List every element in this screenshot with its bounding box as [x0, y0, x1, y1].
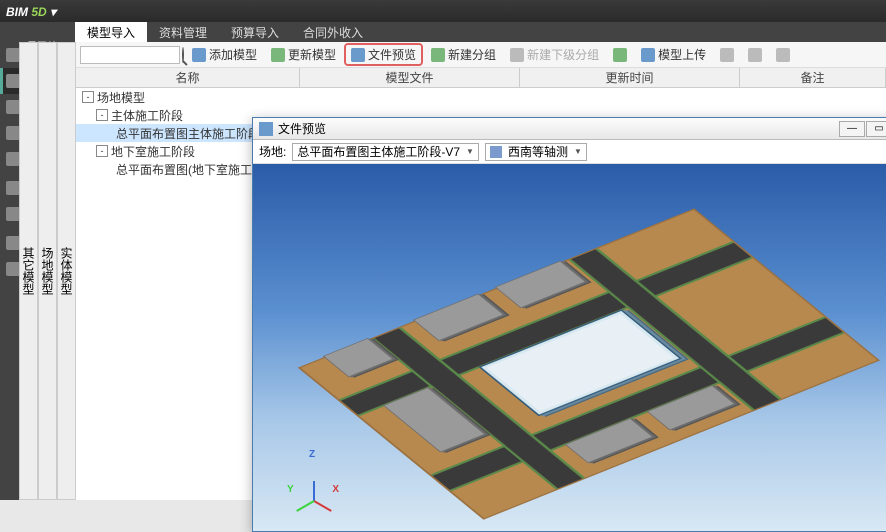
maximize-button[interactable]: ▭: [866, 121, 886, 137]
toolbar-btn-3[interactable]: 新建分组: [425, 43, 502, 66]
toolbar-label: 新建下级分组: [527, 46, 599, 63]
axis-gizmo[interactable]: Z X Y: [293, 461, 333, 501]
vtab-2[interactable]: 其它模型: [19, 42, 38, 500]
chevron-down-icon: ▼: [574, 147, 582, 156]
menu-0[interactable]: 模型导入: [75, 22, 147, 42]
tree-label: 总平面布置图主体施工阶段: [116, 125, 260, 142]
preview-toolbar: 场地: 总平面布置图主体施工阶段-V7 ▼ 西南等轴测 ▼: [253, 140, 886, 164]
toolbar: 添加模型 更新模型 文件预览 新建分组 新建下级分组 模型上传: [76, 42, 886, 68]
titlebar: BIM 5D ▾: [0, 0, 886, 22]
sidebar-icon: [6, 126, 20, 140]
toolbar-btn-7[interactable]: [714, 43, 740, 66]
logo-text: BIM: [6, 5, 31, 19]
column-header-2[interactable]: 更新时间: [520, 68, 740, 87]
toolbar-icon: [613, 48, 627, 62]
toolbar-label: 文件预览: [368, 46, 416, 63]
column-header-1[interactable]: 模型文件: [300, 68, 520, 87]
toolbar-label: 更新模型: [288, 46, 336, 63]
axis-x-label: X: [332, 484, 339, 495]
view-value: 西南等轴测: [508, 143, 568, 160]
toolbar-btn-0[interactable]: 添加模型: [186, 43, 263, 66]
toolbar-label: 模型上传: [658, 46, 706, 63]
vtab-1[interactable]: 场地模型: [38, 42, 57, 500]
menu-3[interactable]: 合同外收入: [291, 22, 375, 42]
toolbar-btn-8[interactable]: [742, 43, 768, 66]
sidebar-icon: [6, 48, 20, 62]
menu-1[interactable]: 资料管理: [147, 22, 219, 42]
tree-label: 主体施工阶段: [111, 107, 183, 124]
tree-label: 场地模型: [97, 89, 145, 106]
dropdown-value: 总平面布置图主体施工阶段-V7: [297, 143, 460, 160]
toolbar-icon: [720, 48, 734, 62]
chevron-down-icon: ▼: [466, 147, 474, 156]
toolbar-btn-9[interactable]: [770, 43, 796, 66]
toolbar-label: 添加模型: [209, 46, 257, 63]
logo-5d: 5D: [31, 5, 46, 19]
search-input[interactable]: [80, 46, 180, 64]
tree-toggle-icon[interactable]: -: [96, 109, 108, 121]
toolbar-btn-4[interactable]: 新建下级分组: [504, 43, 605, 66]
toolbar-icon: [271, 48, 285, 62]
column-headers: 名称模型文件更新时间备注: [76, 68, 886, 88]
vertical-tabs: 实体模型场地模型其它模型: [62, 42, 76, 500]
3d-viewport[interactable]: Z X Y ▸✦⟲⊕⊖⛶: [253, 164, 886, 531]
sidebar-icon: [6, 262, 20, 276]
window-controls: —▭✕: [839, 121, 886, 137]
column-header-3[interactable]: 备注: [740, 68, 886, 87]
preview-title: 文件预览: [278, 120, 326, 137]
toolbar-btn-1[interactable]: 更新模型: [265, 43, 342, 66]
toolbar-btn-5[interactable]: [607, 43, 633, 66]
logo-dropdown-icon[interactable]: ▾: [47, 5, 56, 19]
toolbar-icon: [748, 48, 762, 62]
main-area: 实体模型场地模型其它模型 添加模型更新模型文件预览新建分组新建下级分组模型上传 …: [62, 42, 886, 500]
cube-icon: [490, 146, 502, 158]
search-icon[interactable]: [182, 48, 184, 62]
site-dropdown[interactable]: 总平面布置图主体施工阶段-V7 ▼: [292, 143, 479, 161]
sidebar-icon: [6, 236, 20, 250]
minimize-button[interactable]: —: [839, 121, 865, 137]
sidebar-icon: [6, 181, 20, 195]
toolbar-label: 新建分组: [448, 46, 496, 63]
preview-titlebar[interactable]: 文件预览 —▭✕: [253, 118, 886, 140]
toolbar-icon: [192, 48, 206, 62]
toolbar-icon: [776, 48, 790, 62]
toolbar-icon: [351, 48, 365, 62]
axis-z-label: Z: [309, 449, 315, 460]
toolbar-btn-2[interactable]: 文件预览: [344, 43, 423, 66]
sidebar-icon: [6, 100, 20, 114]
tree-label: 总平面布置图(地下室施工阶: [116, 161, 264, 178]
menubar: 模型导入资料管理预算导入合同外收入: [0, 22, 886, 42]
sidebar-icon: [6, 74, 20, 88]
preview-window: 文件预览 —▭✕ 场地: 总平面布置图主体施工阶段-V7 ▼ 西南等轴测 ▼: [252, 117, 886, 532]
toolbar-icon: [510, 48, 524, 62]
app-logo: BIM 5D ▾: [6, 4, 56, 19]
preview-icon: [259, 122, 273, 136]
sidebar-icon: [6, 207, 20, 221]
tree-toggle-icon[interactable]: -: [96, 145, 108, 157]
menu-2[interactable]: 预算导入: [219, 22, 291, 42]
tree-label: 地下室施工阶段: [111, 143, 195, 160]
toolbar-icon: [431, 48, 445, 62]
toolbar-btn-6[interactable]: 模型上传: [635, 43, 712, 66]
field-label: 场地:: [259, 143, 286, 160]
view-dropdown[interactable]: 西南等轴测 ▼: [485, 143, 587, 161]
site-model: [301, 209, 878, 517]
tree-node-0[interactable]: -场地模型: [76, 88, 286, 106]
tree-toggle-icon[interactable]: -: [82, 91, 94, 103]
axis-y-label: Y: [287, 484, 294, 495]
vtab-0[interactable]: 实体模型: [57, 42, 76, 500]
toolbar-icon: [641, 48, 655, 62]
column-header-0[interactable]: 名称: [76, 68, 300, 87]
sidebar-icon: [6, 152, 20, 166]
